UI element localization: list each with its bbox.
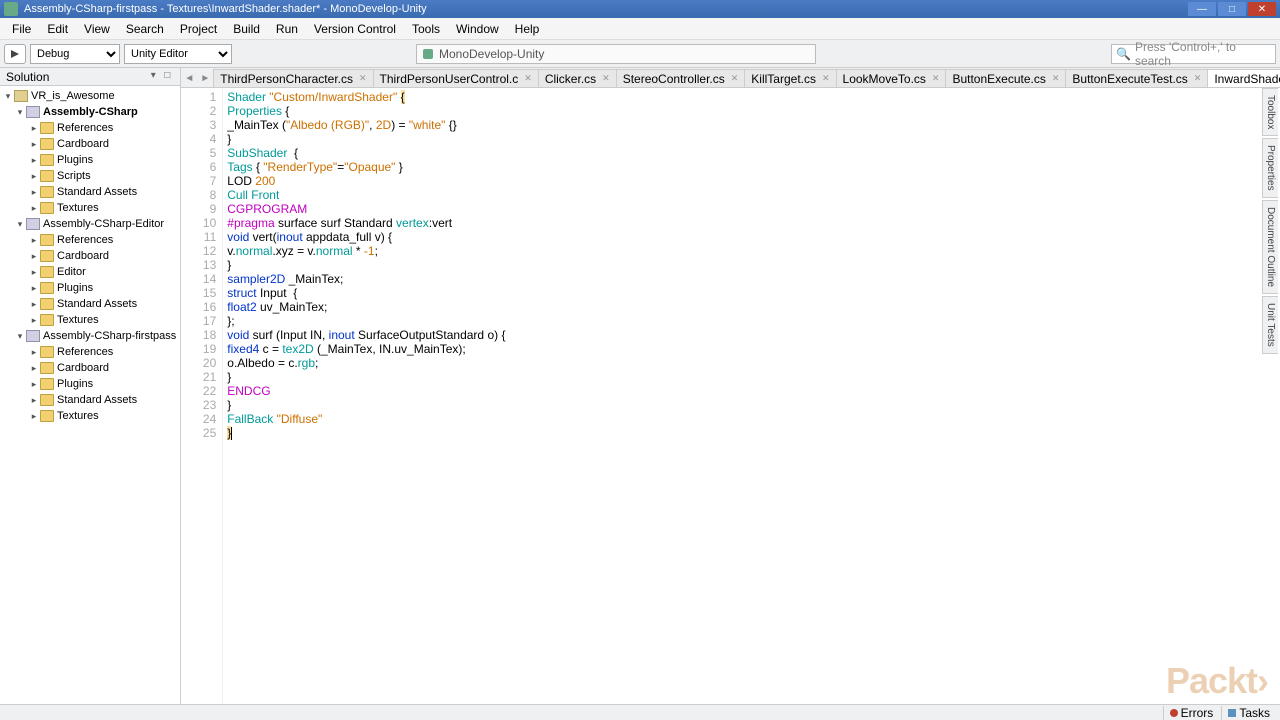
tree-node[interactable]: ▸Standard Assets	[0, 184, 180, 200]
editor-area: ◄ ► ThirdPersonCharacter.cs✕ThirdPersonU…	[181, 68, 1280, 704]
tree-node[interactable]: ▸Textures	[0, 408, 180, 424]
panel-options-icon[interactable]: ▾	[146, 70, 160, 84]
code-content[interactable]: Shader "Custom/InwardShader" {Properties…	[223, 88, 1280, 704]
status-icon	[423, 49, 433, 59]
menu-run[interactable]: Run	[268, 20, 306, 38]
tab-strip: ◄ ► ThirdPersonCharacter.cs✕ThirdPersonU…	[181, 68, 1280, 88]
menubar: FileEditViewSearchProjectBuildRunVersion…	[0, 18, 1280, 40]
tree-node[interactable]: ▸Editor	[0, 264, 180, 280]
task-icon	[1228, 709, 1236, 717]
window-title: Assembly-CSharp-firstpass - Textures\Inw…	[24, 3, 1188, 15]
right-tab-properties[interactable]: Properties	[1262, 138, 1278, 198]
panel-close-icon[interactable]: □	[160, 70, 174, 84]
tree-node[interactable]: ▾VR_is_Awesome	[0, 88, 180, 104]
menu-search[interactable]: Search	[118, 20, 172, 38]
tab[interactable]: ButtonExecute.cs✕	[945, 69, 1066, 87]
search-box[interactable]: 🔍 Press 'Control+,' to search	[1111, 44, 1276, 64]
tab[interactable]: ThirdPersonCharacter.cs✕	[213, 69, 373, 87]
run-button[interactable]	[4, 44, 26, 64]
tab-close-icon[interactable]: ✕	[359, 73, 367, 84]
minimize-button[interactable]: —	[1188, 2, 1216, 16]
tree-node[interactable]: ▸Textures	[0, 312, 180, 328]
close-button[interactable]: ✕	[1248, 2, 1276, 16]
error-icon	[1170, 709, 1178, 717]
tab-close-icon[interactable]: ✕	[1052, 73, 1060, 84]
search-icon: 🔍	[1116, 47, 1131, 61]
titlebar: Assembly-CSharp-firstpass - Textures\Inw…	[0, 0, 1280, 18]
app-icon	[4, 2, 18, 16]
tab[interactable]: InwardShader.shader✕	[1207, 69, 1280, 87]
tab[interactable]: ButtonExecuteTest.cs✕	[1065, 69, 1208, 87]
tab-nav-fwd[interactable]: ►	[197, 69, 213, 87]
tree-node[interactable]: ▸Plugins	[0, 152, 180, 168]
tab[interactable]: StereoController.cs✕	[616, 69, 746, 87]
tree-node[interactable]: ▸References	[0, 232, 180, 248]
tab[interactable]: KillTarget.cs✕	[744, 69, 836, 87]
tree-node[interactable]: ▸Cardboard	[0, 360, 180, 376]
menu-edit[interactable]: Edit	[39, 20, 76, 38]
menu-view[interactable]: View	[76, 20, 118, 38]
tab[interactable]: LookMoveTo.cs✕	[836, 69, 947, 87]
tree-node[interactable]: ▸Textures	[0, 200, 180, 216]
tab[interactable]: Clicker.cs✕	[538, 69, 617, 87]
tab-close-icon[interactable]: ✕	[524, 73, 532, 84]
target-select[interactable]: Unity Editor	[124, 44, 232, 64]
solution-tree[interactable]: ▾VR_is_Awesome▾Assembly-CSharp▸Reference…	[0, 86, 180, 704]
menu-window[interactable]: Window	[448, 20, 507, 38]
tab-close-icon[interactable]: ✕	[932, 73, 940, 84]
menu-help[interactable]: Help	[507, 20, 548, 38]
right-tab-unit-tests[interactable]: Unit Tests	[1262, 296, 1278, 354]
tree-node[interactable]: ▾Assembly-CSharp-firstpass	[0, 328, 180, 344]
tree-node[interactable]: ▸References	[0, 344, 180, 360]
tab-close-icon[interactable]: ✕	[731, 73, 739, 84]
tab-close-icon[interactable]: ✕	[822, 73, 830, 84]
tab-nav-back[interactable]: ◄	[181, 69, 197, 87]
maximize-button[interactable]: □	[1218, 2, 1246, 16]
tab[interactable]: ThirdPersonUserControl.c✕	[373, 69, 539, 87]
line-gutter: 1234567891011121314151617181920212223242…	[181, 88, 223, 704]
tree-node[interactable]: ▸Cardboard	[0, 136, 180, 152]
status-text: MonoDevelop-Unity	[439, 47, 544, 61]
tree-node[interactable]: ▸Plugins	[0, 280, 180, 296]
menu-build[interactable]: Build	[225, 20, 268, 38]
right-tab-toolbox[interactable]: Toolbox	[1262, 88, 1278, 136]
toolbar: Debug Unity Editor MonoDevelop-Unity 🔍 P…	[0, 40, 1280, 68]
tree-node[interactable]: ▸References	[0, 120, 180, 136]
tab-close-icon[interactable]: ✕	[602, 73, 610, 84]
tab-close-icon[interactable]: ✕	[1194, 73, 1202, 84]
search-placeholder: Press 'Control+,' to search	[1135, 40, 1271, 68]
tasks-button[interactable]: Tasks	[1221, 706, 1276, 720]
statusbar: Errors Tasks	[0, 704, 1280, 720]
menu-version-control[interactable]: Version Control	[306, 20, 404, 38]
tree-node[interactable]: ▾Assembly-CSharp	[0, 104, 180, 120]
tree-node[interactable]: ▸Standard Assets	[0, 296, 180, 312]
solution-title: Solution	[6, 70, 49, 84]
status-box: MonoDevelop-Unity	[416, 44, 816, 64]
watermark: Packt›	[1166, 660, 1268, 702]
config-select[interactable]: Debug	[30, 44, 120, 64]
code-area[interactable]: 1234567891011121314151617181920212223242…	[181, 88, 1280, 704]
tree-node[interactable]: ▸Scripts	[0, 168, 180, 184]
menu-file[interactable]: File	[4, 20, 39, 38]
tree-node[interactable]: ▸Standard Assets	[0, 392, 180, 408]
tree-node[interactable]: ▸Cardboard	[0, 248, 180, 264]
tree-node[interactable]: ▾Assembly-CSharp-Editor	[0, 216, 180, 232]
menu-tools[interactable]: Tools	[404, 20, 448, 38]
right-tabs: Toolbox Properties Document Outline Unit Te…	[1262, 88, 1280, 356]
solution-panel: Solution ▾ □ ▾VR_is_Awesome▾Assembly-CSh…	[0, 68, 181, 704]
tree-node[interactable]: ▸Plugins	[0, 376, 180, 392]
right-tab-document-outline[interactable]: Document Outline	[1262, 200, 1278, 294]
menu-project[interactable]: Project	[172, 20, 225, 38]
errors-button[interactable]: Errors	[1163, 706, 1220, 720]
solution-header: Solution ▾ □	[0, 68, 180, 86]
